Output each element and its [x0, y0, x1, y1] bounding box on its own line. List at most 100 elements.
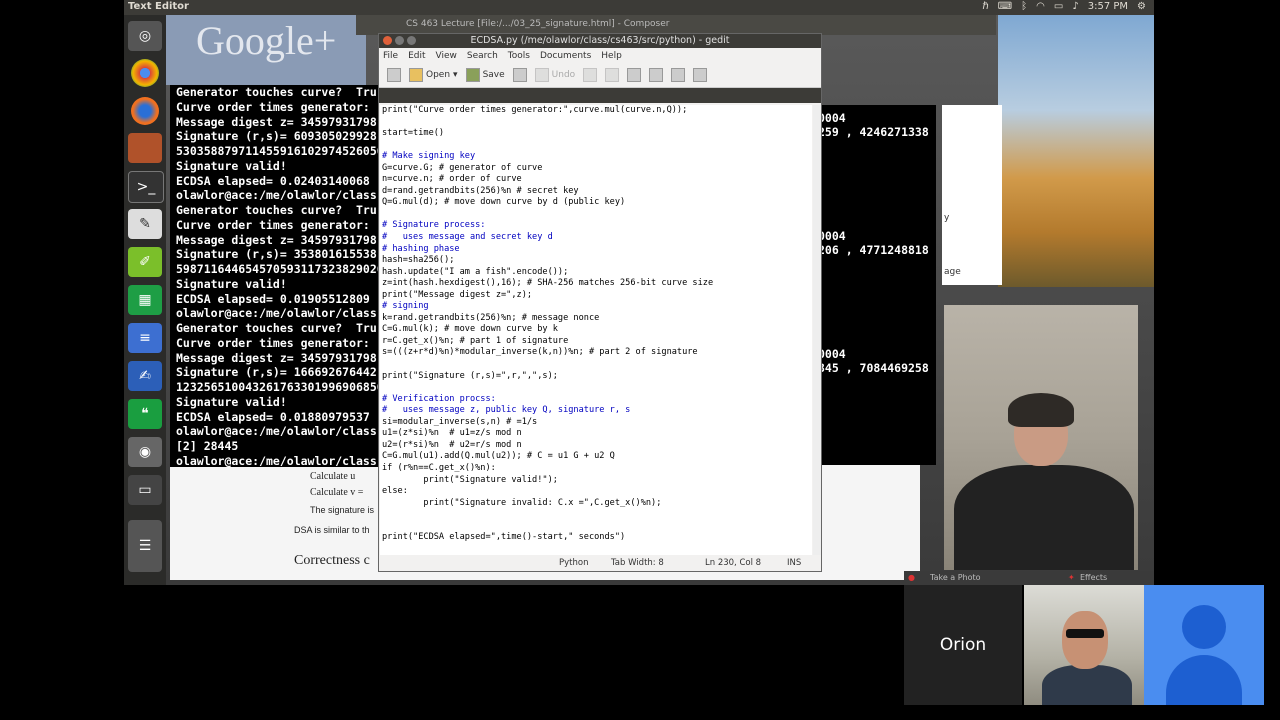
term-line: 0004 [818, 229, 846, 243]
gedit-titlebar[interactable]: ECDSA.py (/me/olawlor/class/cs463/src/py… [379, 34, 821, 48]
terminal-line: Signature valid! [176, 158, 287, 173]
terminal-line: ECDSA elapsed= 0.01905512809 [176, 291, 370, 306]
code-line: print("Message digest z=",z); [382, 289, 533, 300]
code-line: # hashing phase [382, 243, 460, 254]
code-line: si=modular_inverse(s,n) # =1/s [382, 416, 538, 427]
language-select[interactable]: Python [559, 558, 588, 568]
redo-button[interactable] [583, 68, 598, 82]
paste-icon [649, 68, 664, 82]
open-button[interactable]: Open ▾ [409, 68, 458, 82]
hp-icon[interactable]: ℏ [982, 1, 988, 12]
terminal-line: Message digest z= 34597931798 [176, 232, 377, 247]
save-button[interactable]: Save [465, 68, 505, 82]
undo-button[interactable]: Undo [534, 68, 575, 82]
undo-icon [534, 68, 549, 82]
code-editor[interactable]: print("Curve order times generator:",cur… [380, 105, 812, 555]
bluetooth-icon[interactable]: ᛒ [1021, 1, 1027, 12]
participants-strip: Orion [904, 585, 1280, 720]
cut-icon [605, 68, 620, 82]
terminal-line: olawlor@ace:/me/olawlor/class [176, 306, 377, 321]
cut-button[interactable] [605, 68, 620, 82]
gedit-window[interactable]: ECDSA.py (/me/olawlor/class/cs463/src/py… [378, 33, 822, 572]
chrome-icon[interactable] [131, 59, 159, 87]
maximize-icon[interactable] [407, 36, 416, 45]
new-button[interactable] [387, 68, 401, 82]
panel-text-1: y [944, 213, 950, 223]
terminal-window[interactable]: Generator touches curve? Tru Curve order … [170, 85, 380, 467]
clock[interactable]: 3:57 PM [1088, 1, 1128, 12]
replace-button[interactable] [693, 68, 708, 82]
close-icon[interactable] [383, 36, 392, 45]
cursor-position: Ln 230, Col 8 [705, 558, 762, 568]
search-icon[interactable]: ◎ [128, 21, 162, 51]
terminal-output-right: 0004 259 , 4246271338 0004 206 , 4771248… [818, 105, 936, 465]
firefox-icon[interactable] [131, 97, 159, 125]
disk-icon[interactable]: ▭ [128, 475, 162, 505]
print-button[interactable] [512, 68, 527, 82]
terminal-line: ECDSA elapsed= 0.01880979537 [176, 409, 370, 424]
code-line: Q=G.mul(d); # move down curve by d (publ… [382, 197, 626, 208]
terminal-line: [2] 28445 [176, 439, 239, 453]
active-app-title: Text Editor [128, 1, 189, 12]
panel-text-2: age [944, 267, 961, 277]
screenshot-icon[interactable]: ◉ [128, 437, 162, 467]
terminal-line: Signature (r,s)= 609305029928 [176, 129, 377, 144]
hangouts-icon[interactable]: ❝ [128, 399, 162, 429]
document-icon[interactable]: ≡ [128, 323, 162, 353]
participant-tile-orion[interactable]: Orion [904, 585, 1022, 705]
menu-help[interactable]: Help [601, 51, 622, 61]
new-document-icon [387, 68, 401, 82]
participant-video[interactable] [1024, 585, 1144, 705]
code-line: k=rand.getrandbits(256)%n; # message non… [382, 312, 600, 323]
edit-icon[interactable]: ✐ [128, 247, 162, 277]
participant-avatar[interactable] [1144, 585, 1264, 705]
code-line: z=int(hash.hexdigest(),16); # SHA-256 ma… [382, 278, 714, 289]
stack-icon[interactable]: ☰ [128, 520, 162, 572]
search-icon [671, 68, 686, 82]
overlay-topbar [379, 88, 821, 103]
code-line: print("Curve order times generator:",cur… [382, 105, 688, 115]
code-line: # uses message z, public key Q, signatur… [382, 405, 631, 416]
menu-documents[interactable]: Documents [540, 51, 591, 61]
keyboard-icon[interactable]: ⌨ [998, 1, 1012, 12]
minimize-icon[interactable] [395, 36, 404, 45]
menu-edit[interactable]: Edit [408, 51, 425, 61]
gear-icon[interactable]: ⚙ [1137, 1, 1146, 12]
record-icon[interactable]: ● [908, 573, 915, 582]
copy-button[interactable] [627, 68, 642, 82]
gedit-title: ECDSA.py (/me/olawlor/class/cs463/src/py… [470, 35, 730, 46]
terminal-line: Curve order times generator: [176, 335, 370, 350]
paste-button[interactable] [649, 68, 664, 82]
terminal-line: Signature valid! [176, 276, 287, 291]
terminal-icon[interactable]: >_ [128, 171, 164, 203]
code-line: u2=(r*si)%n # u2=r/s mod n [382, 439, 522, 450]
google-plus-window: Google+ [166, 15, 366, 85]
menu-file[interactable]: File [383, 51, 398, 61]
tab-width-select[interactable]: Tab Width: 8 [611, 558, 664, 568]
code-line: d=rand.getrandbits(256)%n # secret key [382, 185, 579, 196]
effects-icon[interactable]: ✦ [1068, 573, 1075, 582]
spreadsheet-icon[interactable]: ▦ [128, 285, 162, 315]
app-icon[interactable] [128, 133, 162, 163]
text-editor-icon[interactable]: ✎ [128, 209, 162, 239]
code-line: # signing [382, 301, 429, 312]
effects-button[interactable]: Effects [1080, 573, 1107, 582]
writer-icon[interactable]: ✍ [128, 361, 162, 391]
section-heading: Correctness c [294, 553, 370, 568]
volume-icon[interactable]: ♪ [1072, 1, 1078, 12]
gedit-statusbar: Python Tab Width: 8 Ln 230, Col 8 INS [379, 556, 821, 571]
menu-tools[interactable]: Tools [508, 51, 530, 61]
battery-icon[interactable]: ▭ [1054, 1, 1063, 12]
terminal-line: Signature (r,s)= 166692676442 [176, 365, 377, 380]
wifi-icon[interactable]: ◠ [1036, 1, 1045, 12]
google-plus-logo: Google+ [196, 18, 337, 63]
editor-scrollbar[interactable] [813, 105, 821, 555]
find-button[interactable] [671, 68, 686, 82]
paragraph-text: DSA is similar to th [294, 525, 370, 535]
menu-view[interactable]: View [436, 51, 457, 61]
take-photo-button[interactable]: Take a Photo [930, 573, 981, 582]
menu-search[interactable]: Search [467, 51, 498, 61]
code-line: print("ECDSA elapsed=",time()-start," se… [382, 532, 626, 543]
